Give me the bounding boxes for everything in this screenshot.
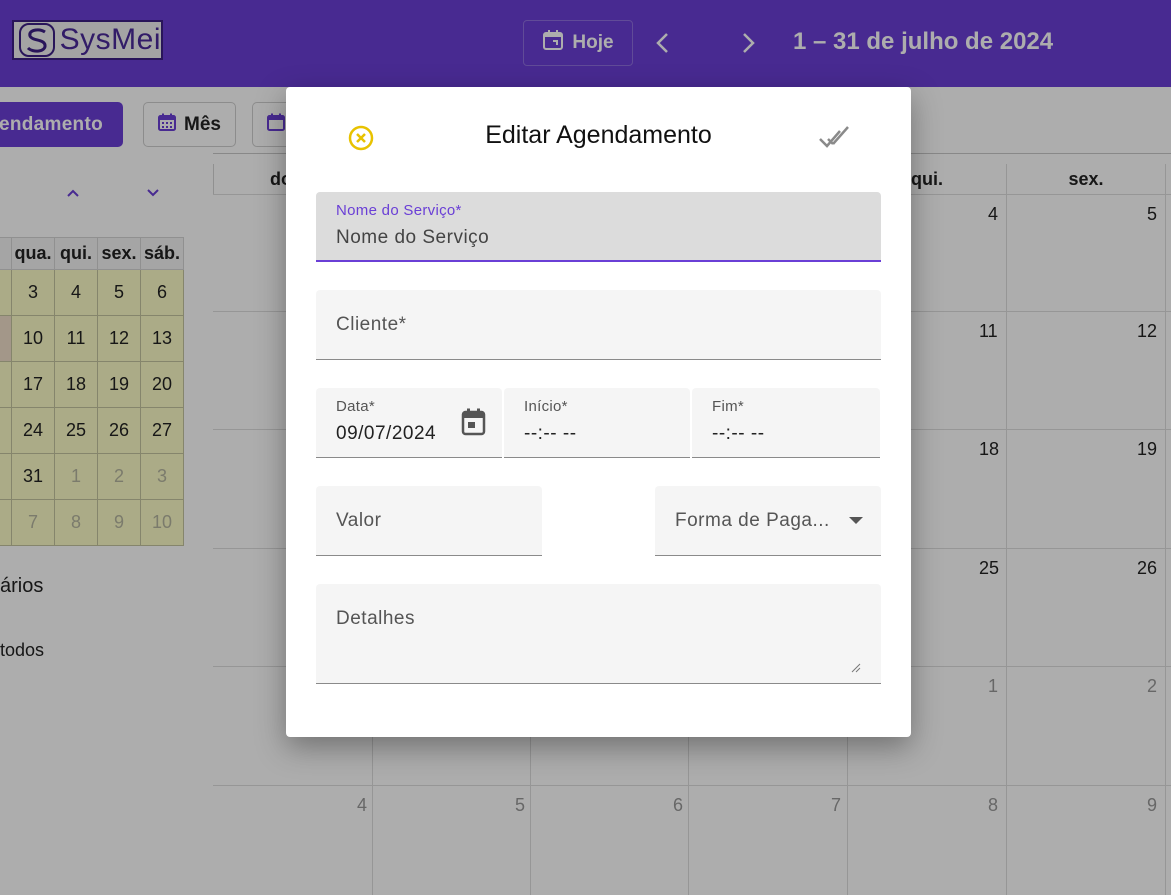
payment-method-placeholder: Forma de Paga... xyxy=(675,510,830,531)
value-placeholder: Valor xyxy=(336,510,382,531)
client-placeholder: Cliente* xyxy=(336,314,407,335)
service-name-value: Nome do Serviço xyxy=(336,227,490,248)
value-field[interactable]: Valor xyxy=(316,486,542,556)
resize-grip-icon[interactable] xyxy=(851,663,861,673)
start-time-value: --:-- -- xyxy=(524,423,577,444)
end-time-field[interactable]: Fim* --:-- -- xyxy=(692,388,880,458)
end-time-value: --:-- -- xyxy=(712,423,765,444)
details-textarea[interactable]: Detalhes xyxy=(316,584,881,684)
client-field[interactable]: Cliente* xyxy=(316,290,881,360)
double-check-icon xyxy=(819,126,849,148)
service-name-field[interactable]: Nome do Serviço* Nome do Serviço xyxy=(316,192,881,262)
edit-appointment-dialog: Editar Agendamento Nome do Serviço* Nome… xyxy=(286,87,911,737)
dropdown-arrow-icon xyxy=(849,517,863,524)
calendar-picker-icon[interactable] xyxy=(460,407,488,442)
confirm-button[interactable] xyxy=(818,123,850,153)
details-placeholder: Detalhes xyxy=(336,608,415,629)
date-field[interactable]: Data* 09/07/2024 xyxy=(316,388,502,458)
start-time-field[interactable]: Início* --:-- -- xyxy=(504,388,690,458)
start-time-label: Início* xyxy=(524,398,568,415)
date-label: Data* xyxy=(336,398,376,415)
service-name-label: Nome do Serviço* xyxy=(336,202,462,219)
end-time-label: Fim* xyxy=(712,398,745,415)
date-value: 09/07/2024 xyxy=(336,423,437,444)
payment-method-select[interactable]: Forma de Paga... xyxy=(655,486,881,556)
